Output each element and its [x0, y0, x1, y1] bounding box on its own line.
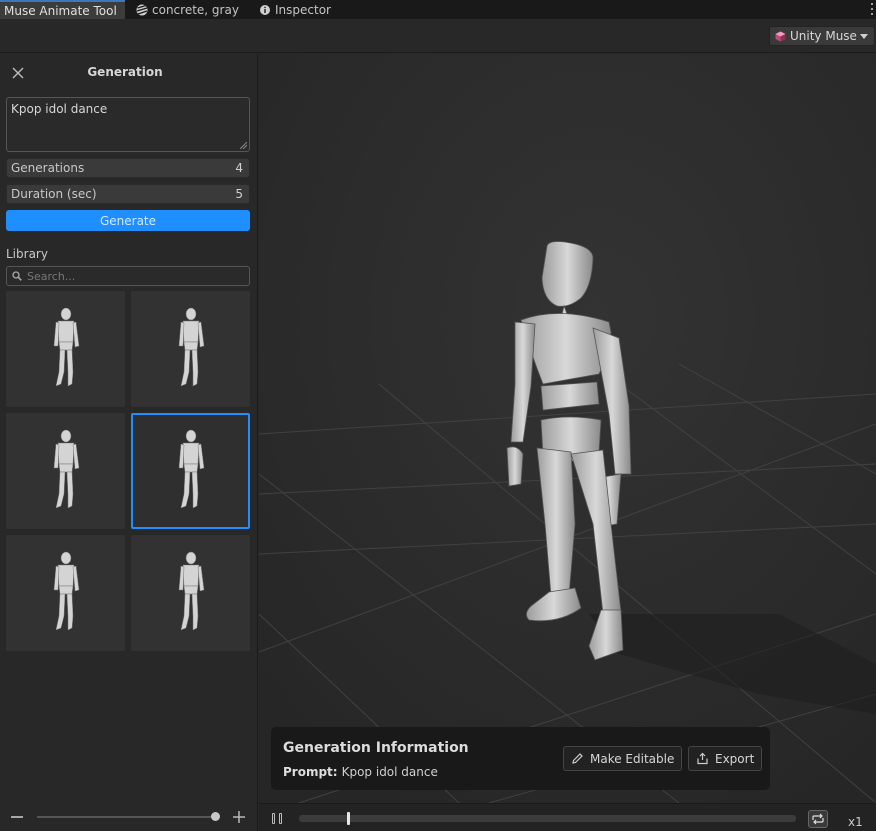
library-heading: Library [6, 247, 48, 261]
unity-muse-label: Unity Muse [790, 29, 857, 43]
generations-field[interactable]: Generations 4 [6, 158, 250, 178]
zoom-knob[interactable] [211, 812, 220, 821]
viewport-scene [259, 54, 876, 803]
3d-viewport[interactable]: Generation Information Prompt: Kpop idol … [259, 54, 876, 803]
tab-muse-animate-tool[interactable]: Muse Animate Tool [0, 0, 125, 19]
info-prompt: Prompt: Kpop idol dance [283, 765, 438, 779]
generations-value[interactable]: 4 [235, 161, 243, 175]
animation-preview-figure [178, 429, 204, 509]
timeline-track[interactable] [299, 812, 796, 825]
loop-toggle[interactable] [808, 810, 828, 828]
duration-label: Duration (sec) [11, 187, 97, 201]
resize-handle-icon[interactable] [240, 142, 247, 149]
library-search-input[interactable]: Search... [6, 266, 250, 286]
prompt-value: Kpop idol dance [341, 765, 438, 779]
library-thumbnail[interactable] [131, 291, 250, 407]
make-editable-label: Make Editable [590, 751, 675, 766]
tab-label: Muse Animate Tool [4, 3, 117, 18]
generations-label: Generations [11, 161, 85, 175]
panel-title: Generation [87, 65, 163, 79]
generate-button[interactable]: Generate [6, 210, 250, 231]
prompt-text: Kpop idol dance [11, 102, 108, 116]
library-thumbnail[interactable] [131, 413, 250, 529]
playback-timeline: x1 [259, 803, 876, 831]
muse-cube-icon [775, 31, 786, 41]
duration-field[interactable]: Duration (sec) 5 [6, 184, 250, 204]
generation-info-card: Generation Information Prompt: Kpop idol … [271, 727, 770, 790]
playback-speed[interactable]: x1 [848, 815, 863, 829]
tab-concrete-gray[interactable]: concrete, gray [136, 0, 239, 19]
unity-muse-dropdown[interactable]: Unity Muse [769, 26, 875, 46]
export-icon [697, 752, 708, 765]
material-icon [136, 4, 148, 16]
window-tab-bar: Muse Animate Tool concrete, gray Inspect… [0, 0, 876, 19]
library-thumbnail[interactable] [6, 413, 125, 529]
more-options-icon[interactable] [870, 3, 874, 15]
generation-panel: Generation Kpop idol dance Generations 4… [0, 54, 258, 831]
zoom-in-icon[interactable] [232, 810, 246, 824]
animation-preview-figure [53, 551, 79, 631]
duration-value[interactable]: 5 [235, 187, 243, 201]
animation-preview-figure [178, 307, 204, 387]
chevron-down-icon [860, 34, 868, 39]
toolbar: Unity Muse [0, 19, 876, 53]
tab-label: Inspector [275, 2, 331, 17]
make-editable-button[interactable]: Make Editable [563, 746, 683, 771]
export-label: Export [715, 751, 755, 766]
zoom-track[interactable] [37, 816, 215, 818]
prompt-input[interactable]: Kpop idol dance [6, 97, 250, 152]
loop-icon [812, 813, 824, 825]
info-title: Generation Information [283, 740, 469, 756]
timeline-scrubber[interactable] [347, 812, 350, 825]
search-placeholder: Search... [27, 269, 76, 283]
library-thumbnail[interactable] [131, 535, 250, 651]
animation-preview-figure [178, 551, 204, 631]
search-icon [12, 271, 22, 281]
pencil-icon [572, 753, 583, 764]
animation-preview-figure [53, 429, 79, 509]
library-thumbnail[interactable] [6, 291, 125, 407]
info-icon [259, 4, 271, 16]
tab-label: concrete, gray [152, 2, 239, 17]
animation-preview-figure [53, 307, 79, 387]
pause-icon[interactable] [272, 813, 282, 824]
thumbnail-zoom-slider [0, 803, 258, 831]
zoom-out-icon[interactable] [11, 816, 23, 818]
prompt-label: Prompt: [283, 765, 338, 779]
export-button[interactable]: Export [688, 746, 763, 771]
tab-inspector[interactable]: Inspector [259, 0, 331, 19]
library-thumbnail[interactable] [6, 535, 125, 651]
